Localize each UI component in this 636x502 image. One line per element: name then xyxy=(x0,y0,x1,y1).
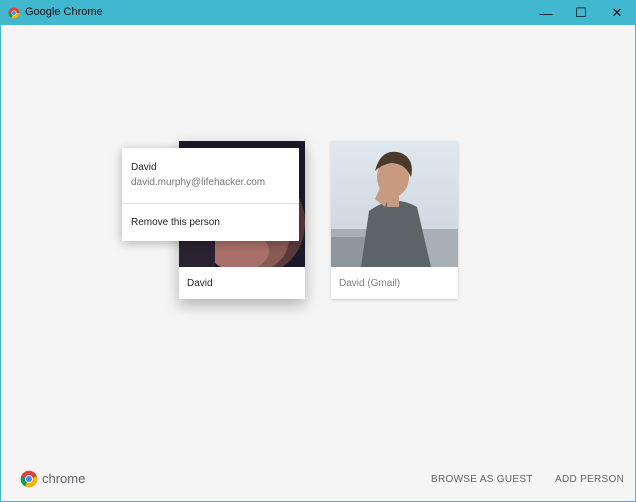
close-button[interactable]: ✕ xyxy=(599,1,635,25)
profile-name: David (Gmail) xyxy=(339,278,401,289)
close-icon: ✕ xyxy=(611,5,623,20)
menu-profile-name: David xyxy=(131,162,157,173)
maximize-icon: ☐ xyxy=(575,5,587,20)
menu-divider xyxy=(122,203,299,204)
minimize-icon: — xyxy=(539,5,553,21)
browse-as-guest-button[interactable]: BROWSE AS GUEST xyxy=(431,474,533,485)
menu-profile-email: david.murphy@lifehacker.com xyxy=(131,177,266,188)
window-title: Google Chrome xyxy=(25,6,103,18)
profile-card-david-gmail[interactable]: David (Gmail) xyxy=(331,141,458,299)
chrome-logo-icon xyxy=(8,7,20,19)
minimize-button[interactable]: — xyxy=(528,1,564,25)
profile-name: David xyxy=(187,278,213,289)
add-person-button[interactable]: ADD PERSON xyxy=(555,474,624,485)
profile-menu: David david.murphy@lifehacker.com Remove… xyxy=(122,148,299,241)
chrome-brand-label: chrome xyxy=(42,471,86,486)
remove-person-button[interactable]: Remove this person xyxy=(131,217,220,228)
chrome-logo-icon xyxy=(20,470,38,488)
title-bar: Google Chrome — ☐ ✕ xyxy=(1,1,635,25)
profile-photo xyxy=(331,141,458,267)
maximize-button[interactable]: ☐ xyxy=(563,1,599,25)
